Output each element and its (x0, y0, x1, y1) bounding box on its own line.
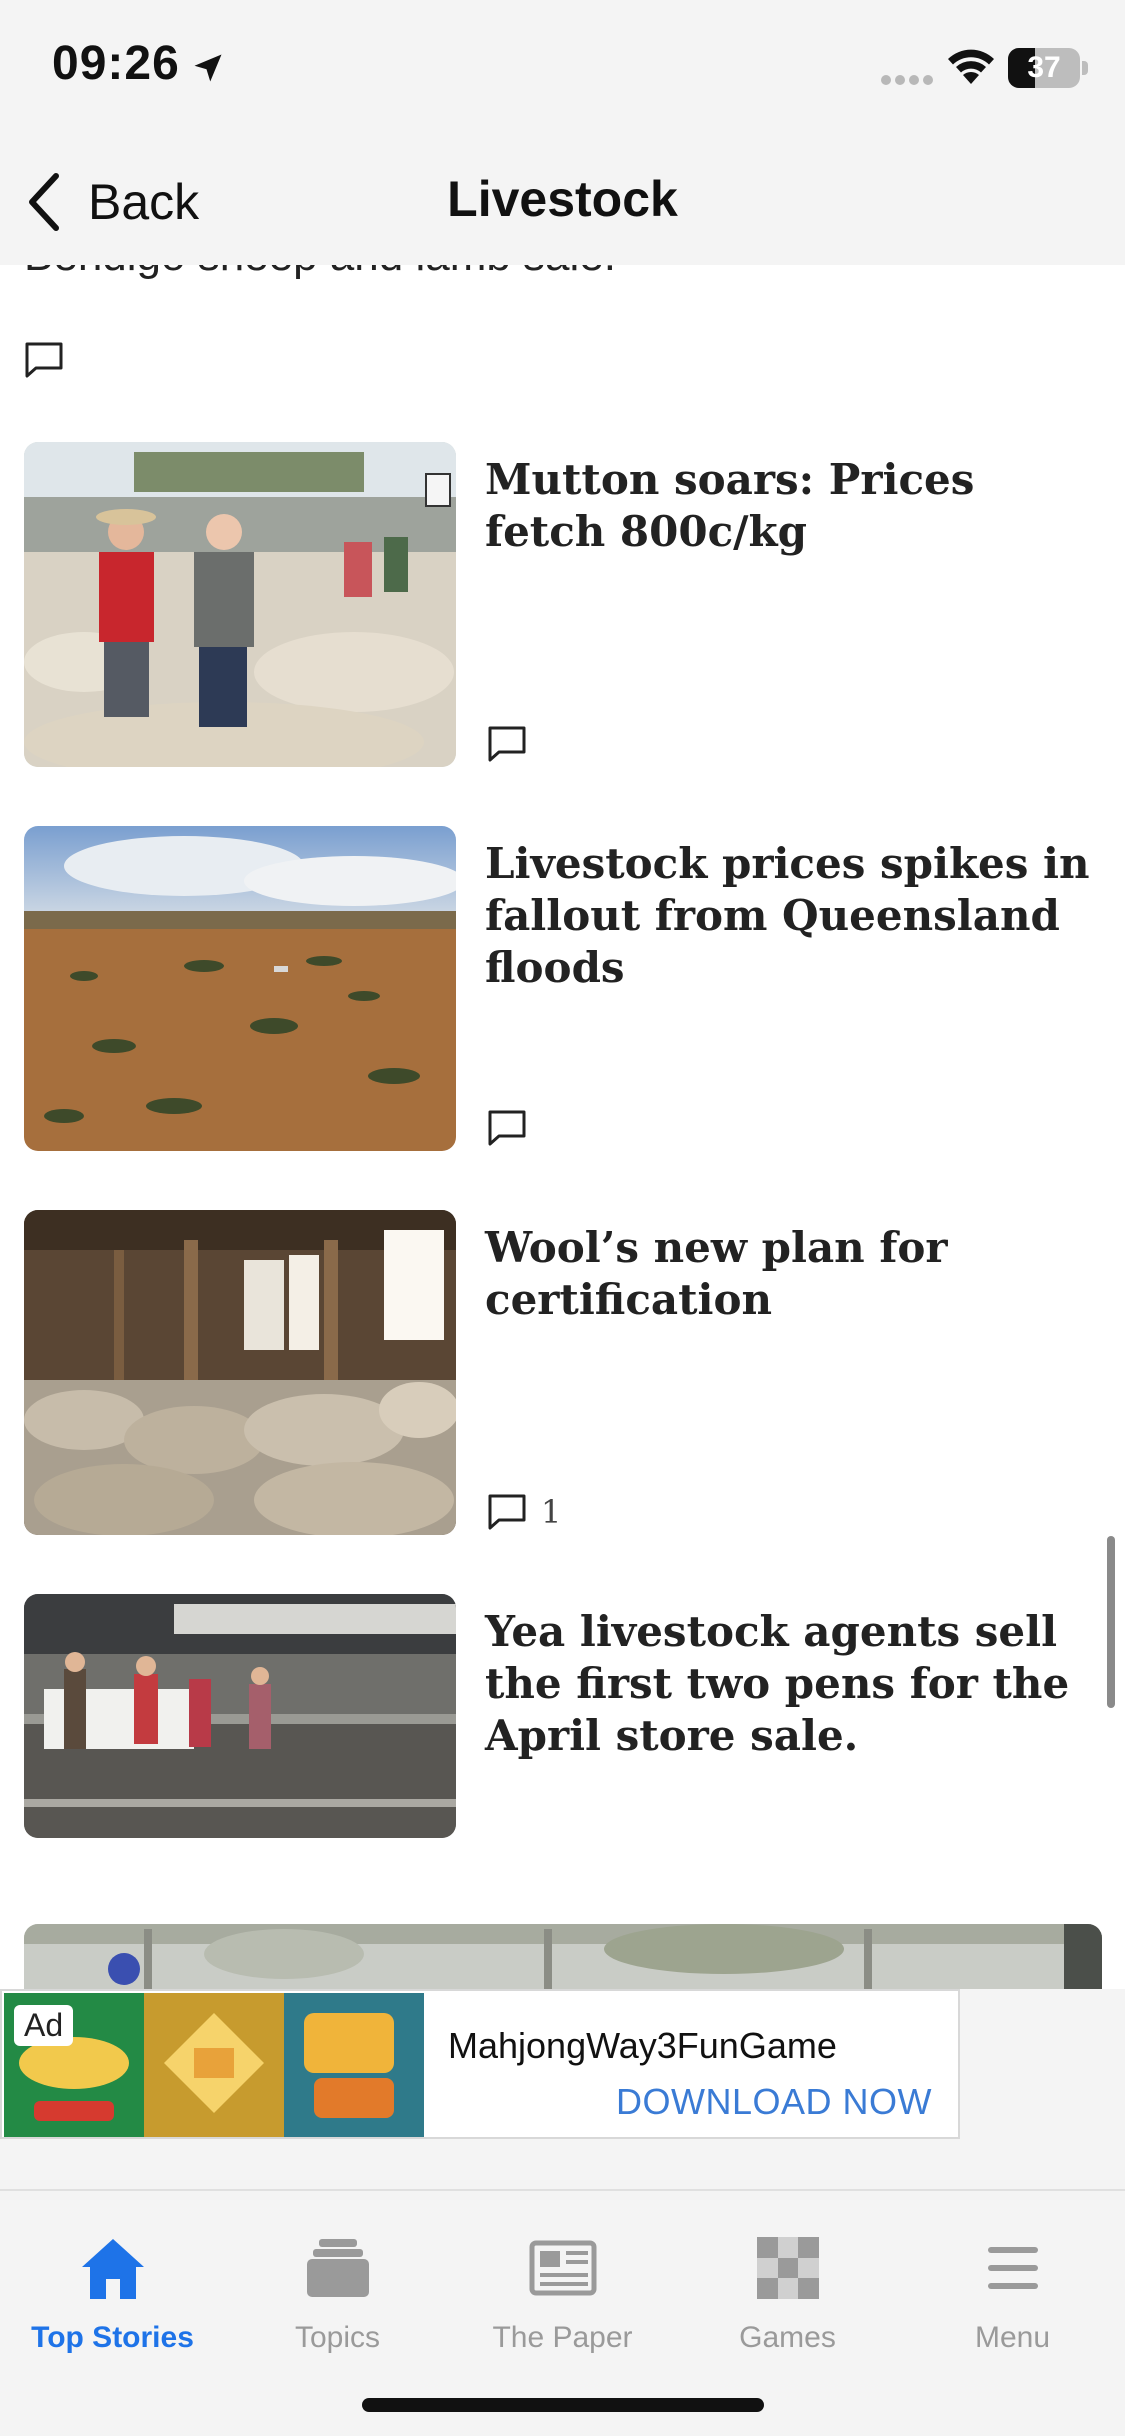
article-meta[interactable] (487, 725, 541, 763)
hamburger-menu-icon (988, 2247, 1038, 2289)
tab-label: Menu (974, 2321, 1051, 2354)
status-time: 09:26 (52, 37, 180, 90)
comment-count: 1 (541, 1493, 562, 1531)
tab-label: The Paper (492, 2321, 633, 2354)
article-feed[interactable]: Bendigo sheep and lamb sale. (0, 265, 1125, 1989)
scroll-indicator[interactable] (1107, 1536, 1115, 1708)
navigation-bar: Livestock Back (0, 140, 1125, 265)
article-card[interactable]: Livestock prices spikes in fallout from … (24, 826, 1104, 1151)
ad-download-button[interactable]: DOWNLOAD NOW (616, 2081, 932, 2123)
article-thumbnail (24, 826, 456, 1151)
article-meta[interactable] (487, 1109, 541, 1147)
cellular-signal-icon (881, 75, 933, 85)
article-card[interactable] (24, 1924, 1102, 1989)
home-indicator (362, 2398, 764, 2412)
tab-games[interactable]: Games (675, 2211, 900, 2371)
tab-label: Topics (294, 2321, 381, 2354)
article-headline: Livestock prices spikes in fallout from … (485, 839, 1090, 992)
article-card[interactable]: Yea livestock agents sell the first two … (24, 1594, 1104, 1838)
ad-box[interactable]: Ad MahjongWay3FunGame DOWNLOAD NOW (0, 1989, 960, 2139)
tab-menu[interactable]: Menu (900, 2211, 1125, 2371)
comment-icon (488, 1110, 526, 1146)
ad-title: MahjongWay3FunGame (448, 2025, 837, 2066)
tab-label: Games (739, 2321, 836, 2354)
cut-off-summary: Bendigo sheep and lamb sale. (24, 265, 616, 281)
location-arrow-icon (194, 54, 222, 82)
article-meta[interactable]: 1 (487, 1493, 561, 1531)
topics-stack-icon (307, 2239, 369, 2297)
article-thumbnail (24, 442, 456, 767)
back-button[interactable]: Back (24, 166, 199, 238)
comment-icon (488, 1494, 526, 1530)
tab-top-stories[interactable]: Top Stories (0, 2211, 225, 2371)
tab-topics[interactable]: Topics (225, 2211, 450, 2371)
article-card[interactable]: Wool’s new plan for certification 1 (24, 1210, 1104, 1535)
back-label: Back (88, 174, 200, 230)
ad-banner: Ad MahjongWay3FunGame DOWNLOAD NOW (0, 1989, 1125, 2189)
article-thumbnail (24, 1594, 456, 1838)
ad-badge: Ad (14, 2005, 74, 2046)
status-bar: 09:26 37 (0, 0, 1125, 140)
checkerboard-icon (757, 2237, 819, 2299)
article-card[interactable]: Mutton soars: Prices fetch 800c/kg (24, 442, 1104, 767)
tab-the-paper[interactable]: The Paper (450, 2211, 675, 2371)
comment-icon (488, 726, 526, 762)
article-thumbnail (24, 1924, 1102, 1989)
article-headline: Wool’s new plan for certification (485, 1223, 948, 1324)
comment-icon[interactable] (24, 341, 64, 379)
chevron-left-icon (29, 173, 59, 231)
newspaper-icon (529, 2240, 597, 2296)
article-thumbnail (24, 1210, 456, 1535)
article-headline: Mutton soars: Prices fetch 800c/kg (485, 455, 975, 556)
battery-icon: 37 (1008, 48, 1088, 88)
wifi-icon (948, 49, 994, 84)
article-headline: Yea livestock agents sell the first two … (485, 1607, 1070, 1760)
tab-label: Top Stories (31, 2321, 194, 2354)
home-icon (82, 2239, 144, 2299)
battery-level: 37 (1027, 51, 1061, 84)
